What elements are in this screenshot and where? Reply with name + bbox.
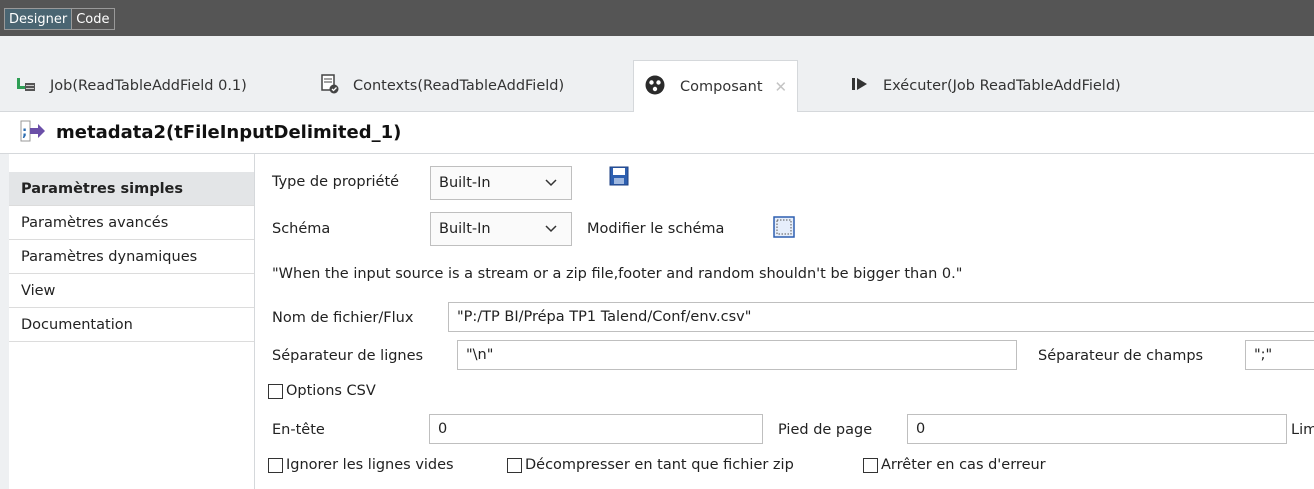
tab-executer[interactable]: Exécuter(Job ReadTableAddField) [851, 60, 1121, 112]
header-label: En-tête [272, 422, 325, 438]
schema-value: Built-In [439, 221, 491, 237]
stop-on-error-label: Arrêter en cas d'erreur [881, 457, 1046, 473]
footer-label: Pied de page [778, 422, 873, 438]
csv-options-checkbox[interactable]: Options CSV [268, 383, 376, 399]
chevron-down-icon [545, 222, 557, 236]
contexts-icon [321, 74, 339, 98]
tab-composant-label: Composant [680, 79, 763, 95]
property-type-value: Built-In [439, 175, 491, 191]
property-type-select[interactable]: Built-In [430, 166, 572, 200]
component-header: ; metadata2(tFileInputDelimited_1) [0, 112, 1314, 154]
view-tabs: Job(ReadTableAddField 0.1) Contexts(Read… [0, 60, 1314, 113]
edit-schema-label: Modifier le schéma [587, 221, 725, 237]
edit-schema-button[interactable] [773, 216, 795, 242]
svg-text:;: ; [22, 125, 27, 140]
nav-item-parametres-dynamiques[interactable]: Paramètres dynamiques [9, 240, 254, 274]
checkbox-box [268, 383, 283, 399]
schema-label: Schéma [272, 221, 331, 237]
checkbox-box [507, 457, 522, 473]
nav-item-parametres-simples[interactable]: Paramètres simples [9, 172, 254, 206]
file-input-icon: ; [20, 120, 46, 146]
nav-item-view[interactable]: View [9, 274, 254, 308]
limit-label: Limi [1291, 422, 1314, 438]
toolbar-band [0, 36, 1314, 60]
input-source-note: "When the input source is a stream or a … [272, 266, 963, 282]
ignore-empty-rows-label: Ignorer les lignes vides [286, 457, 454, 473]
row-separator-label: Séparateur de lignes [272, 348, 424, 364]
run-icon [851, 76, 869, 96]
decompress-zip-checkbox[interactable]: Décompresser en tant que fichier zip [507, 457, 794, 473]
chevron-down-icon [545, 176, 557, 190]
csv-options-label: Options CSV [286, 383, 376, 399]
header-input[interactable]: 0 [429, 414, 763, 444]
checkbox-box [863, 457, 878, 473]
decompress-zip-label: Décompresser en tant que fichier zip [525, 457, 794, 473]
tab-executer-label: Exécuter(Job ReadTableAddField) [883, 78, 1121, 94]
nav-item-documentation[interactable]: Documentation [9, 308, 254, 342]
field-separator-label: Séparateur de champs [1038, 348, 1204, 364]
tab-code[interactable]: Code [72, 8, 115, 30]
checkbox-box [268, 457, 283, 473]
tab-contexts-label: Contexts(ReadTableAddField) [353, 78, 565, 94]
left-gutter [0, 154, 9, 489]
editor-mode-bar: Designer Code [0, 0, 1314, 36]
tab-job-label: Job(ReadTableAddField 0.1) [50, 78, 247, 94]
tab-contexts[interactable]: Contexts(ReadTableAddField) [321, 60, 564, 112]
row-separator-input[interactable]: "\n" [457, 340, 1017, 370]
component-icon [644, 74, 666, 100]
nav-item-parametres-avances[interactable]: Paramètres avancés [9, 206, 254, 240]
property-type-label: Type de propriété [272, 174, 400, 190]
tab-job[interactable]: Job(ReadTableAddField 0.1) [16, 60, 247, 112]
settings-form: Type de propriété Built-In Schéma Built-… [256, 154, 1314, 489]
job-icon [16, 75, 36, 97]
stop-on-error-checkbox[interactable]: Arrêter en cas d'erreur [863, 457, 1046, 473]
settings-nav: Paramètres simples Paramètres avancés Pa… [9, 154, 255, 489]
footer-input[interactable]: 0 [907, 414, 1287, 444]
ignore-empty-rows-checkbox[interactable]: Ignorer les lignes vides [268, 457, 454, 473]
tab-designer[interactable]: Designer [4, 8, 73, 30]
filename-input[interactable]: "P:/TP BI/Prépa TP1 Talend/Conf/env.csv" [448, 302, 1314, 332]
filename-label: Nom de fichier/Flux [272, 310, 414, 326]
close-icon[interactable]: ✕ [775, 78, 788, 96]
save-icon[interactable] [609, 166, 629, 190]
schema-select[interactable]: Built-In [430, 212, 572, 246]
tab-composant[interactable]: Composant ✕ [633, 60, 799, 113]
component-title: metadata2(tFileInputDelimited_1) [56, 122, 402, 143]
field-separator-input[interactable]: ";" [1245, 340, 1314, 370]
